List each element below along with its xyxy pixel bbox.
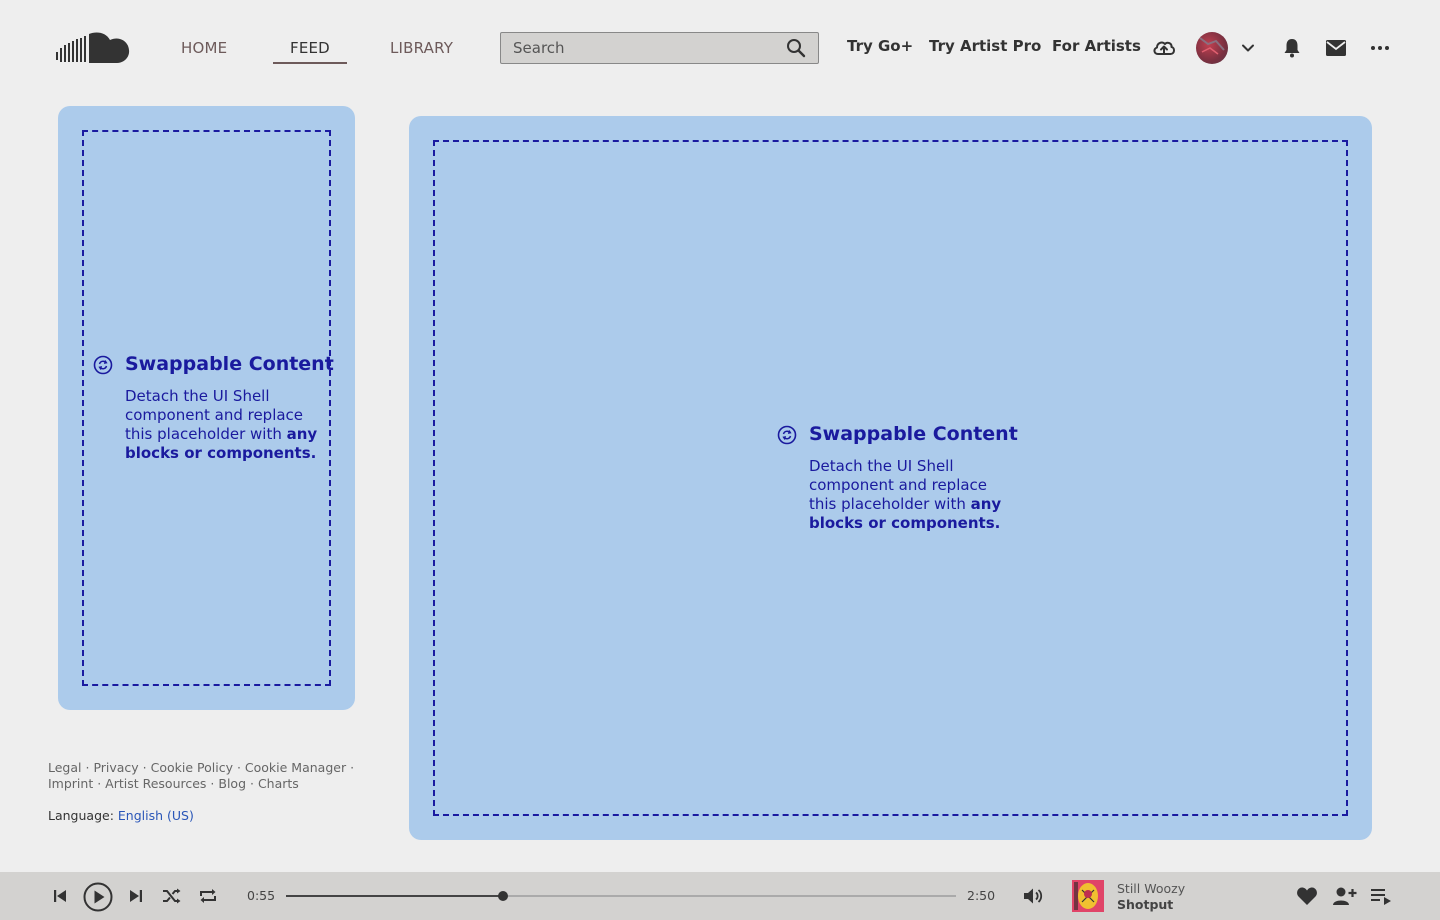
- placeholder-body: Detach the UI Shell component and replac…: [809, 457, 1019, 533]
- play-button-icon[interactable]: [83, 882, 113, 912]
- try-artist-pro-link[interactable]: Try Artist Pro: [929, 37, 1041, 55]
- messages-mail-icon[interactable]: [1325, 39, 1347, 57]
- elapsed-time: 0:55: [247, 888, 276, 903]
- footer-link-cookie-policy[interactable]: Cookie Policy: [151, 760, 233, 775]
- main-content-panel: Swappable Content Detach the UI Shell co…: [409, 116, 1372, 840]
- footer-links: Legal · Privacy · Cookie Policy · Cookie…: [48, 760, 355, 791]
- album-artwork[interactable]: [1072, 880, 1104, 912]
- search-box: [500, 32, 819, 64]
- placeholder-body-text: Detach the UI Shell component and replac…: [809, 457, 988, 513]
- progress-fill: [286, 895, 503, 897]
- user-avatar[interactable]: [1196, 32, 1228, 64]
- progress-handle[interactable]: [497, 891, 508, 901]
- sidebar-panel: Swappable Content Detach the UI Shell co…: [58, 106, 355, 710]
- like-button[interactable]: [1296, 886, 1318, 910]
- avatar-image-icon: [1199, 37, 1225, 55]
- track-duration: 2:50: [967, 888, 996, 903]
- top-navigation-bar: HOME FEED LIBRARY Try Go+ Try Artist Pro…: [0, 0, 1440, 96]
- sidebar-placeholder-text: Swappable Content Detach the UI Shell co…: [125, 353, 335, 463]
- upload-cloud-icon[interactable]: [1152, 36, 1176, 60]
- footer-link-legal[interactable]: Legal: [48, 760, 82, 775]
- notifications-bell-icon[interactable]: [1282, 37, 1302, 59]
- nav-home[interactable]: HOME: [181, 36, 227, 64]
- repeat-icon[interactable]: [198, 887, 218, 905]
- try-go-plus-link[interactable]: Try Go+: [847, 37, 913, 55]
- placeholder-title: Swappable Content: [125, 353, 334, 375]
- placeholder-body: Detach the UI Shell component and replac…: [125, 387, 335, 463]
- nav-feed[interactable]: FEED: [273, 36, 347, 64]
- artist-name-link[interactable]: Still Woozy: [1117, 881, 1185, 896]
- footer-link-blog[interactable]: Blog: [218, 776, 246, 791]
- footer-link-imprint[interactable]: Imprint: [48, 776, 93, 791]
- nav-library[interactable]: LIBRARY: [390, 36, 453, 64]
- shuffle-icon[interactable]: [162, 887, 182, 905]
- search-input[interactable]: [501, 33, 771, 63]
- swap-icon: [777, 425, 797, 445]
- footer-link-cookie-manager[interactable]: Cookie Manager: [245, 760, 346, 775]
- follow-artist-icon[interactable]: [1333, 886, 1357, 906]
- language-label: Language:: [48, 808, 114, 823]
- language-value-link[interactable]: English (US): [118, 808, 194, 823]
- for-artists-link[interactable]: For Artists: [1052, 37, 1141, 55]
- track-title-link[interactable]: Shotput: [1117, 897, 1173, 912]
- album-art-icon: [1072, 880, 1104, 912]
- language-selector: Language: English (US): [48, 808, 194, 823]
- swap-icon: [93, 355, 113, 375]
- footer-link-charts[interactable]: Charts: [258, 776, 299, 791]
- footer-link-privacy[interactable]: Privacy: [93, 760, 138, 775]
- main-placeholder-text: Swappable Content Detach the UI Shell co…: [809, 423, 1019, 533]
- volume-icon[interactable]: [1022, 885, 1044, 907]
- progress-slider[interactable]: [286, 891, 956, 901]
- heart-icon: [1297, 887, 1317, 905]
- soundcloud-logo-icon[interactable]: [56, 30, 130, 66]
- footer-link-artist-resources[interactable]: Artist Resources: [105, 776, 206, 791]
- placeholder-title: Swappable Content: [809, 423, 1018, 445]
- placeholder-body-text: Detach the UI Shell component and replac…: [125, 387, 304, 443]
- skip-previous-icon[interactable]: [52, 888, 68, 904]
- search-icon[interactable]: [786, 38, 806, 58]
- queue-list-icon[interactable]: [1370, 887, 1392, 905]
- more-options-icon[interactable]: [1370, 42, 1390, 54]
- playback-bar: 0:55 2:50: [0, 872, 1440, 920]
- skip-next-icon[interactable]: [128, 888, 144, 904]
- chevron-down-icon[interactable]: [1240, 40, 1256, 56]
